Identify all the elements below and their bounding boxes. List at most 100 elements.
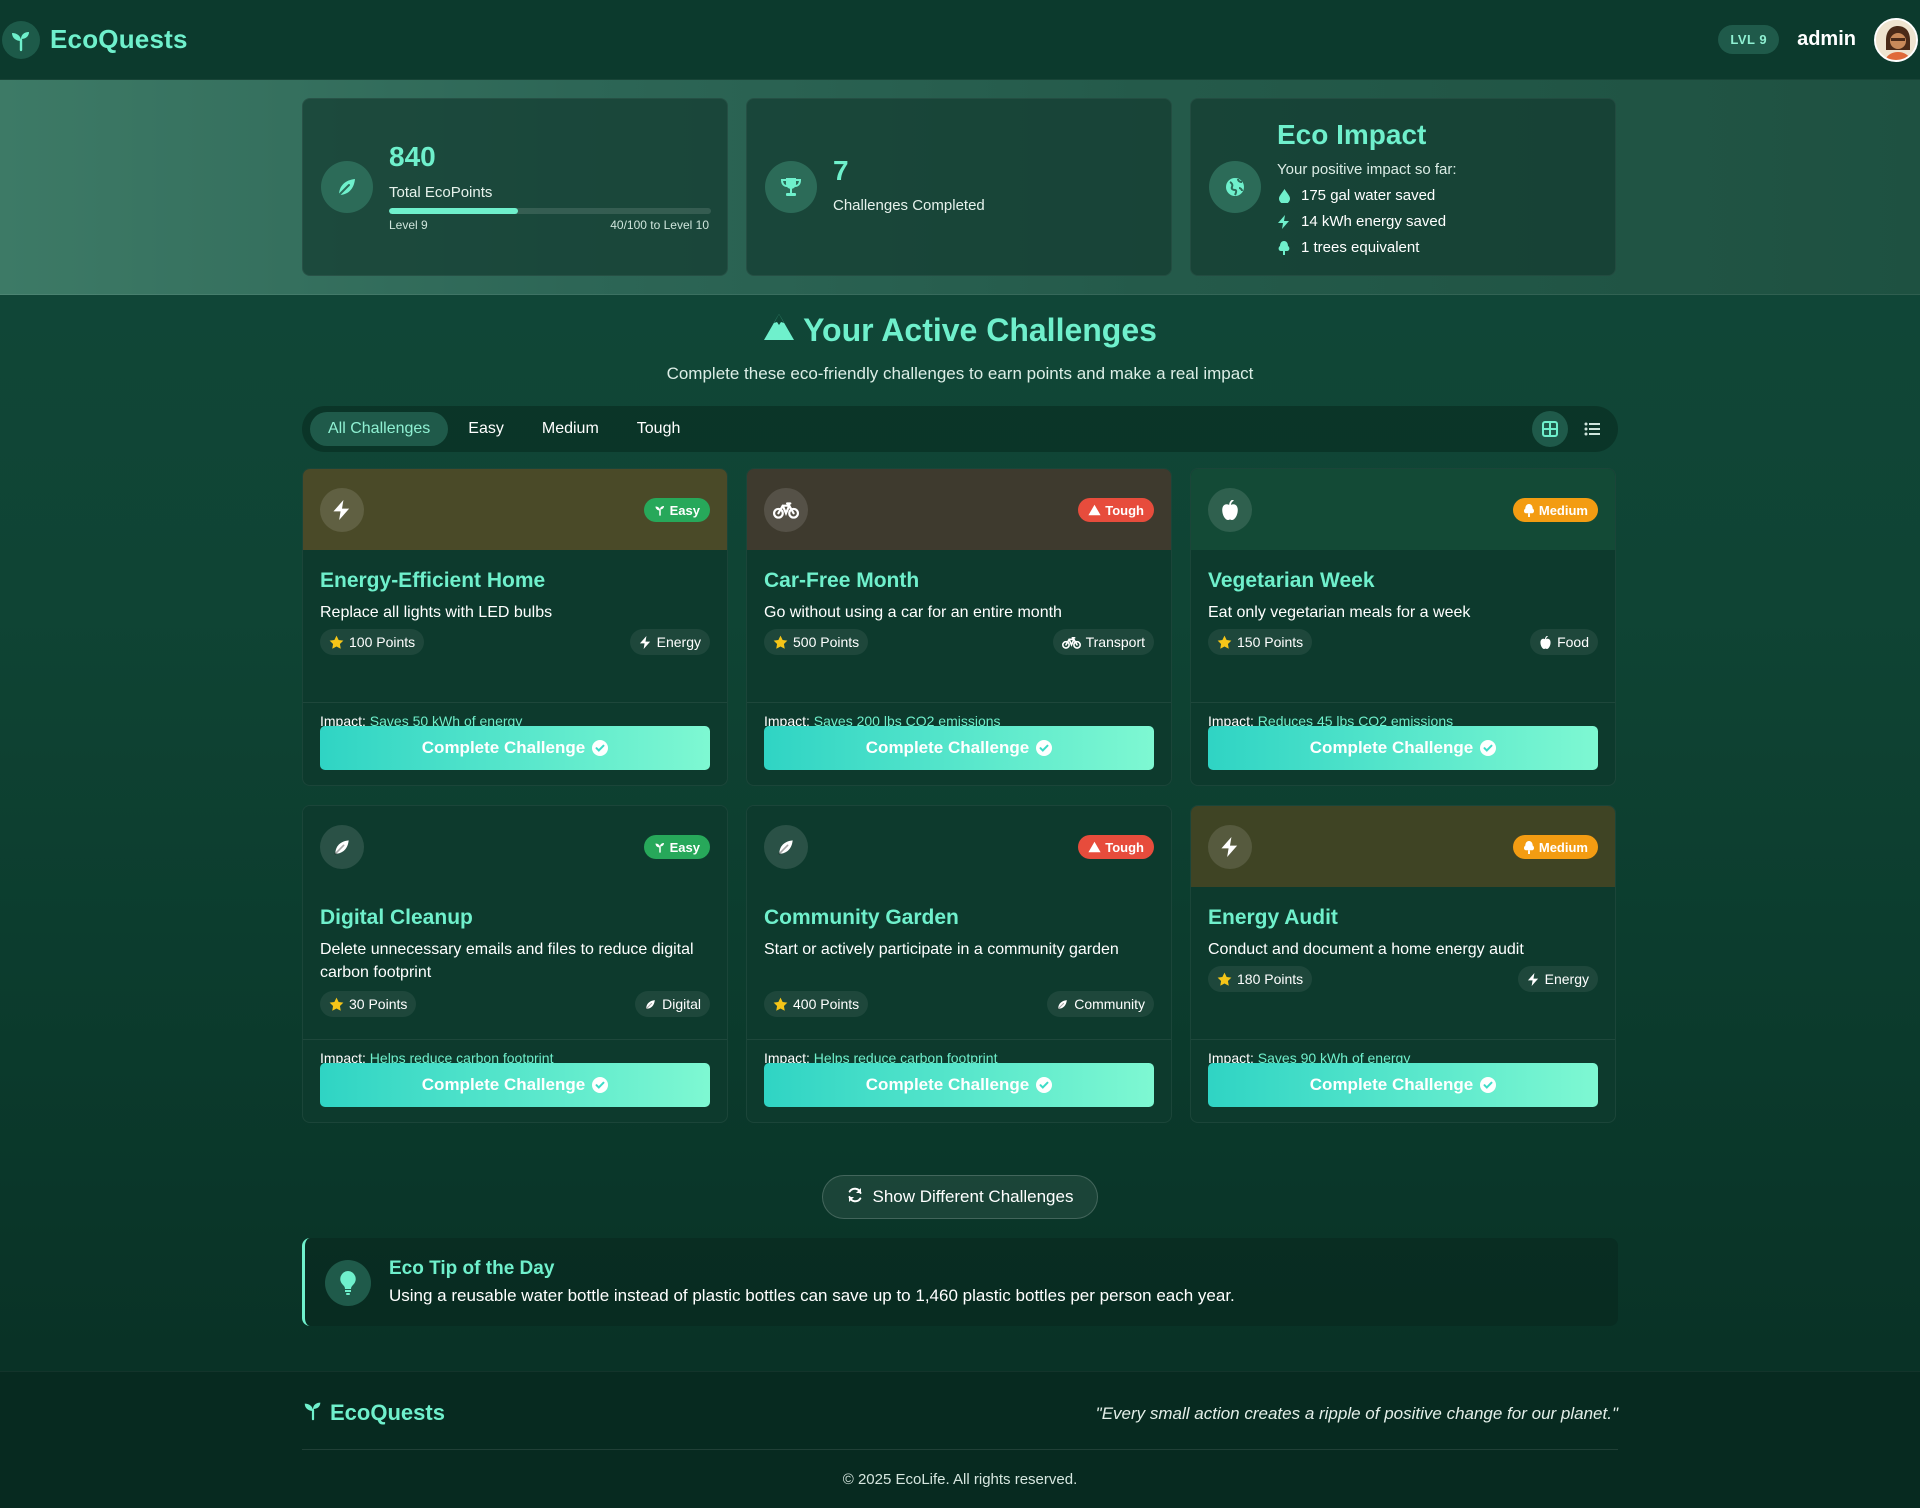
complete-challenge-button[interactable]: Complete Challenge (764, 726, 1154, 770)
impact-water: 175 gal water saved (1277, 187, 1435, 204)
apple-icon (1539, 635, 1552, 649)
difficulty-badge: Easy (643, 835, 710, 859)
challenge-card: Tough Community Garden Start or actively… (746, 805, 1172, 1123)
list-view-icon[interactable] (1574, 411, 1610, 447)
difficulty-label: Medium (1538, 502, 1588, 518)
avatar[interactable] (1874, 17, 1918, 62)
section-title-text: Your Active Challenges (803, 312, 1157, 348)
seedling-icon (2, 20, 40, 59)
footer-brand-name: EcoQuests (330, 1400, 445, 1425)
bolt-icon (1208, 825, 1252, 869)
level-progress-bar (389, 208, 711, 214)
impact-trees-text: 1 trees equivalent (1301, 239, 1420, 256)
show-different-button[interactable]: Show Different Challenges (822, 1175, 1098, 1219)
view-toggles (1532, 411, 1610, 447)
complete-challenge-button[interactable]: Complete Challenge (1208, 726, 1598, 770)
filter-easy[interactable]: Easy (450, 412, 522, 446)
check-circle-icon (1480, 1077, 1497, 1093)
points-pill: 30 Points (320, 991, 417, 1017)
category-pill: Transport (1052, 629, 1154, 655)
star-icon (329, 997, 344, 1012)
current-level-text: Level 9 (389, 218, 428, 232)
leaf-icon (644, 998, 657, 1011)
difficulty-badge: Medium (1512, 498, 1598, 522)
bolt-icon (1277, 214, 1291, 229)
category-pill: Food (1530, 629, 1598, 655)
complete-challenge-label: Complete Challenge (1309, 1075, 1474, 1094)
footer-copyright: © 2025 EcoLife. All rights reserved. (842, 1471, 1078, 1488)
leaf-icon (1056, 998, 1069, 1011)
category-pill: Community (1047, 991, 1154, 1017)
footer-divider (302, 1449, 1618, 1450)
seedling-icon (654, 504, 666, 516)
complete-challenge-label: Complete Challenge (1309, 738, 1474, 757)
eco-tip: Eco Tip of the Day Using a reusable wate… (302, 1238, 1618, 1326)
points-label: 100 Points (349, 634, 416, 650)
footer: EcoQuests "Every small action creates a … (0, 1371, 1920, 1508)
complete-challenge-label: Complete Challenge (865, 1075, 1030, 1094)
complete-challenge-button[interactable]: Complete Challenge (320, 726, 710, 770)
category-label: Community (1074, 996, 1145, 1012)
challenge-title: Community Garden (764, 906, 959, 929)
points-pill: 150 Points (1208, 629, 1313, 655)
points-label: 180 Points (1237, 971, 1304, 987)
apple-icon (1208, 488, 1252, 532)
complete-challenge-label: Complete Challenge (421, 1075, 586, 1094)
challenge-title: Energy Audit (1208, 906, 1338, 929)
filter-tough[interactable]: Tough (619, 412, 699, 446)
complete-challenge-button[interactable]: Complete Challenge (320, 1063, 710, 1107)
points-pill: 180 Points (1208, 966, 1313, 992)
section-subtitle: Complete these eco-friendly challenges t… (666, 364, 1254, 383)
difficulty-badge: Medium (1512, 835, 1598, 859)
complete-challenge-button[interactable]: Complete Challenge (764, 1063, 1154, 1107)
bolt-icon (320, 488, 364, 532)
challenge-title: Vegetarian Week (1208, 569, 1375, 592)
eco-impact-title: Eco Impact (1277, 119, 1427, 150)
leaf-icon (764, 825, 808, 869)
lightbulb-icon (325, 1260, 371, 1306)
mountain-icon (1088, 841, 1101, 853)
challenge-description: Replace all lights with LED bulbs (320, 604, 553, 621)
star-icon (1217, 972, 1232, 987)
points-label: 150 Points (1237, 634, 1304, 650)
filter-all[interactable]: All Challenges (310, 412, 449, 446)
bicycle-icon (764, 488, 808, 532)
filter-medium[interactable]: Medium (524, 412, 617, 446)
tip-title: Eco Tip of the Day (389, 1258, 555, 1279)
complete-challenge-button[interactable]: Complete Challenge (1208, 1063, 1598, 1107)
brand[interactable]: EcoQuests (0, 20, 188, 59)
footer-quote: "Every small action creates a ripple of … (1095, 1404, 1618, 1423)
challenge-card: Easy Energy-Efficient Home Replace all l… (302, 468, 728, 786)
challenge-description: Delete unnecessary emails and files to r… (320, 941, 694, 981)
category-pill: Digital (635, 991, 710, 1017)
droplet-icon (1277, 188, 1291, 203)
difficulty-label: Tough (1105, 502, 1144, 518)
check-circle-icon (1480, 740, 1497, 756)
card-divider (1191, 702, 1615, 703)
category-label: Digital (662, 996, 701, 1012)
points-label: 30 Points (349, 996, 408, 1012)
completed-value: 7 (833, 155, 849, 186)
points-label: 500 Points (793, 634, 860, 650)
grid-view-icon[interactable] (1532, 411, 1568, 447)
category-label: Energy (656, 634, 701, 650)
challenge-description: Eat only vegetarian meals for a week (1208, 604, 1471, 621)
challenge-description: Conduct and document a home energy audit (1208, 941, 1524, 958)
eco-impact-card: Eco Impact Your positive impact so far: … (1190, 98, 1616, 276)
challenge-card: Easy Digital Cleanup Delete unnecessary … (302, 805, 728, 1123)
challenge-card: Medium Vegetarian Week Eat only vegetari… (1190, 468, 1616, 786)
next-level-text: 40/100 to Level 10 (610, 218, 709, 232)
mountain-icon (763, 312, 795, 349)
challenge-description: Start or actively participate in a commu… (764, 941, 1119, 958)
section-title: Your Active Challenges (0, 312, 1920, 349)
footer-brand[interactable]: EcoQuests (302, 1399, 445, 1427)
ecopoints-card: 840 Total EcoPoints Level 9 40/100 to Le… (302, 98, 728, 276)
username[interactable]: admin (1797, 28, 1856, 51)
mountain-icon (1088, 504, 1101, 516)
leaf-icon (321, 161, 373, 213)
brand-name: EcoQuests (50, 24, 188, 54)
card-divider (747, 702, 1171, 703)
category-label: Energy (1544, 971, 1589, 987)
complete-challenge-label: Complete Challenge (865, 738, 1030, 757)
points-pill: 400 Points (764, 991, 869, 1017)
